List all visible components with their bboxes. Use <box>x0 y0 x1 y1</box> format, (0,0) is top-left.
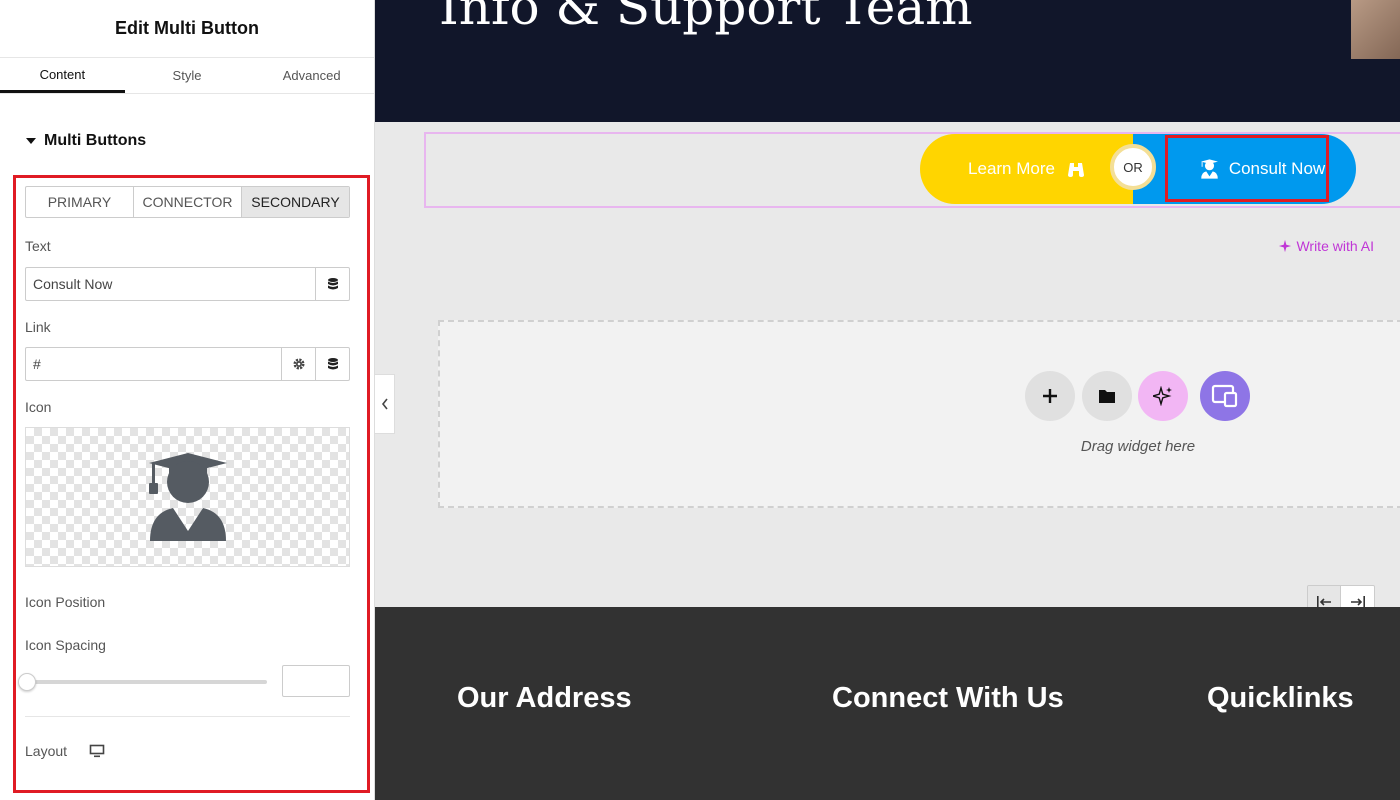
add-section-button[interactable] <box>1025 371 1075 421</box>
folder-icon <box>1099 390 1115 403</box>
sparkle-icon <box>1279 239 1292 253</box>
write-with-ai-link[interactable]: Write with AI <box>1278 238 1374 254</box>
plus-icon <box>1043 389 1057 403</box>
responsive-preview-button[interactable] <box>1200 371 1250 421</box>
chevron-left-icon <box>381 398 388 410</box>
collapse-panel-button[interactable] <box>375 374 395 434</box>
drop-zone[interactable] <box>438 320 1400 508</box>
footer-heading-connect: Connect With Us <box>832 682 1064 714</box>
binoculars-icon <box>1067 163 1084 177</box>
footer-heading-quicklinks: Quicklinks <box>1207 682 1354 714</box>
tab-advanced[interactable]: Advanced <box>249 58 374 93</box>
write-with-ai-label: Write with AI <box>1296 238 1374 254</box>
hero-section: Info & Support Team <box>375 0 1400 122</box>
hero-photo <box>1351 0 1400 59</box>
connector-badge[interactable]: OR <box>1110 144 1156 190</box>
panel-title: Edit Multi Button <box>0 0 374 58</box>
devices-icon <box>1211 384 1238 408</box>
section-toggle-multi-buttons[interactable]: Multi Buttons <box>26 132 146 150</box>
highlight-box <box>13 175 370 793</box>
add-template-button[interactable] <box>1082 371 1132 421</box>
drag-widget-hint: Drag widget here <box>1080 438 1196 455</box>
footer-heading-address: Our Address <box>457 682 632 714</box>
panel-tabs: Content Style Advanced <box>0 58 374 94</box>
learn-more-button[interactable]: Learn More <box>920 134 1133 204</box>
sparkle-icon <box>1153 386 1172 406</box>
section-title: Multi Buttons <box>44 132 147 149</box>
ai-generate-button[interactable] <box>1138 371 1188 421</box>
tab-style[interactable]: Style <box>125 58 250 93</box>
caret-down-icon <box>26 138 36 144</box>
tab-content[interactable]: Content <box>0 58 125 93</box>
learn-more-label: Learn More <box>968 159 1055 178</box>
hero-title: Info & Support Team <box>439 0 973 36</box>
highlight-box <box>1165 135 1329 202</box>
